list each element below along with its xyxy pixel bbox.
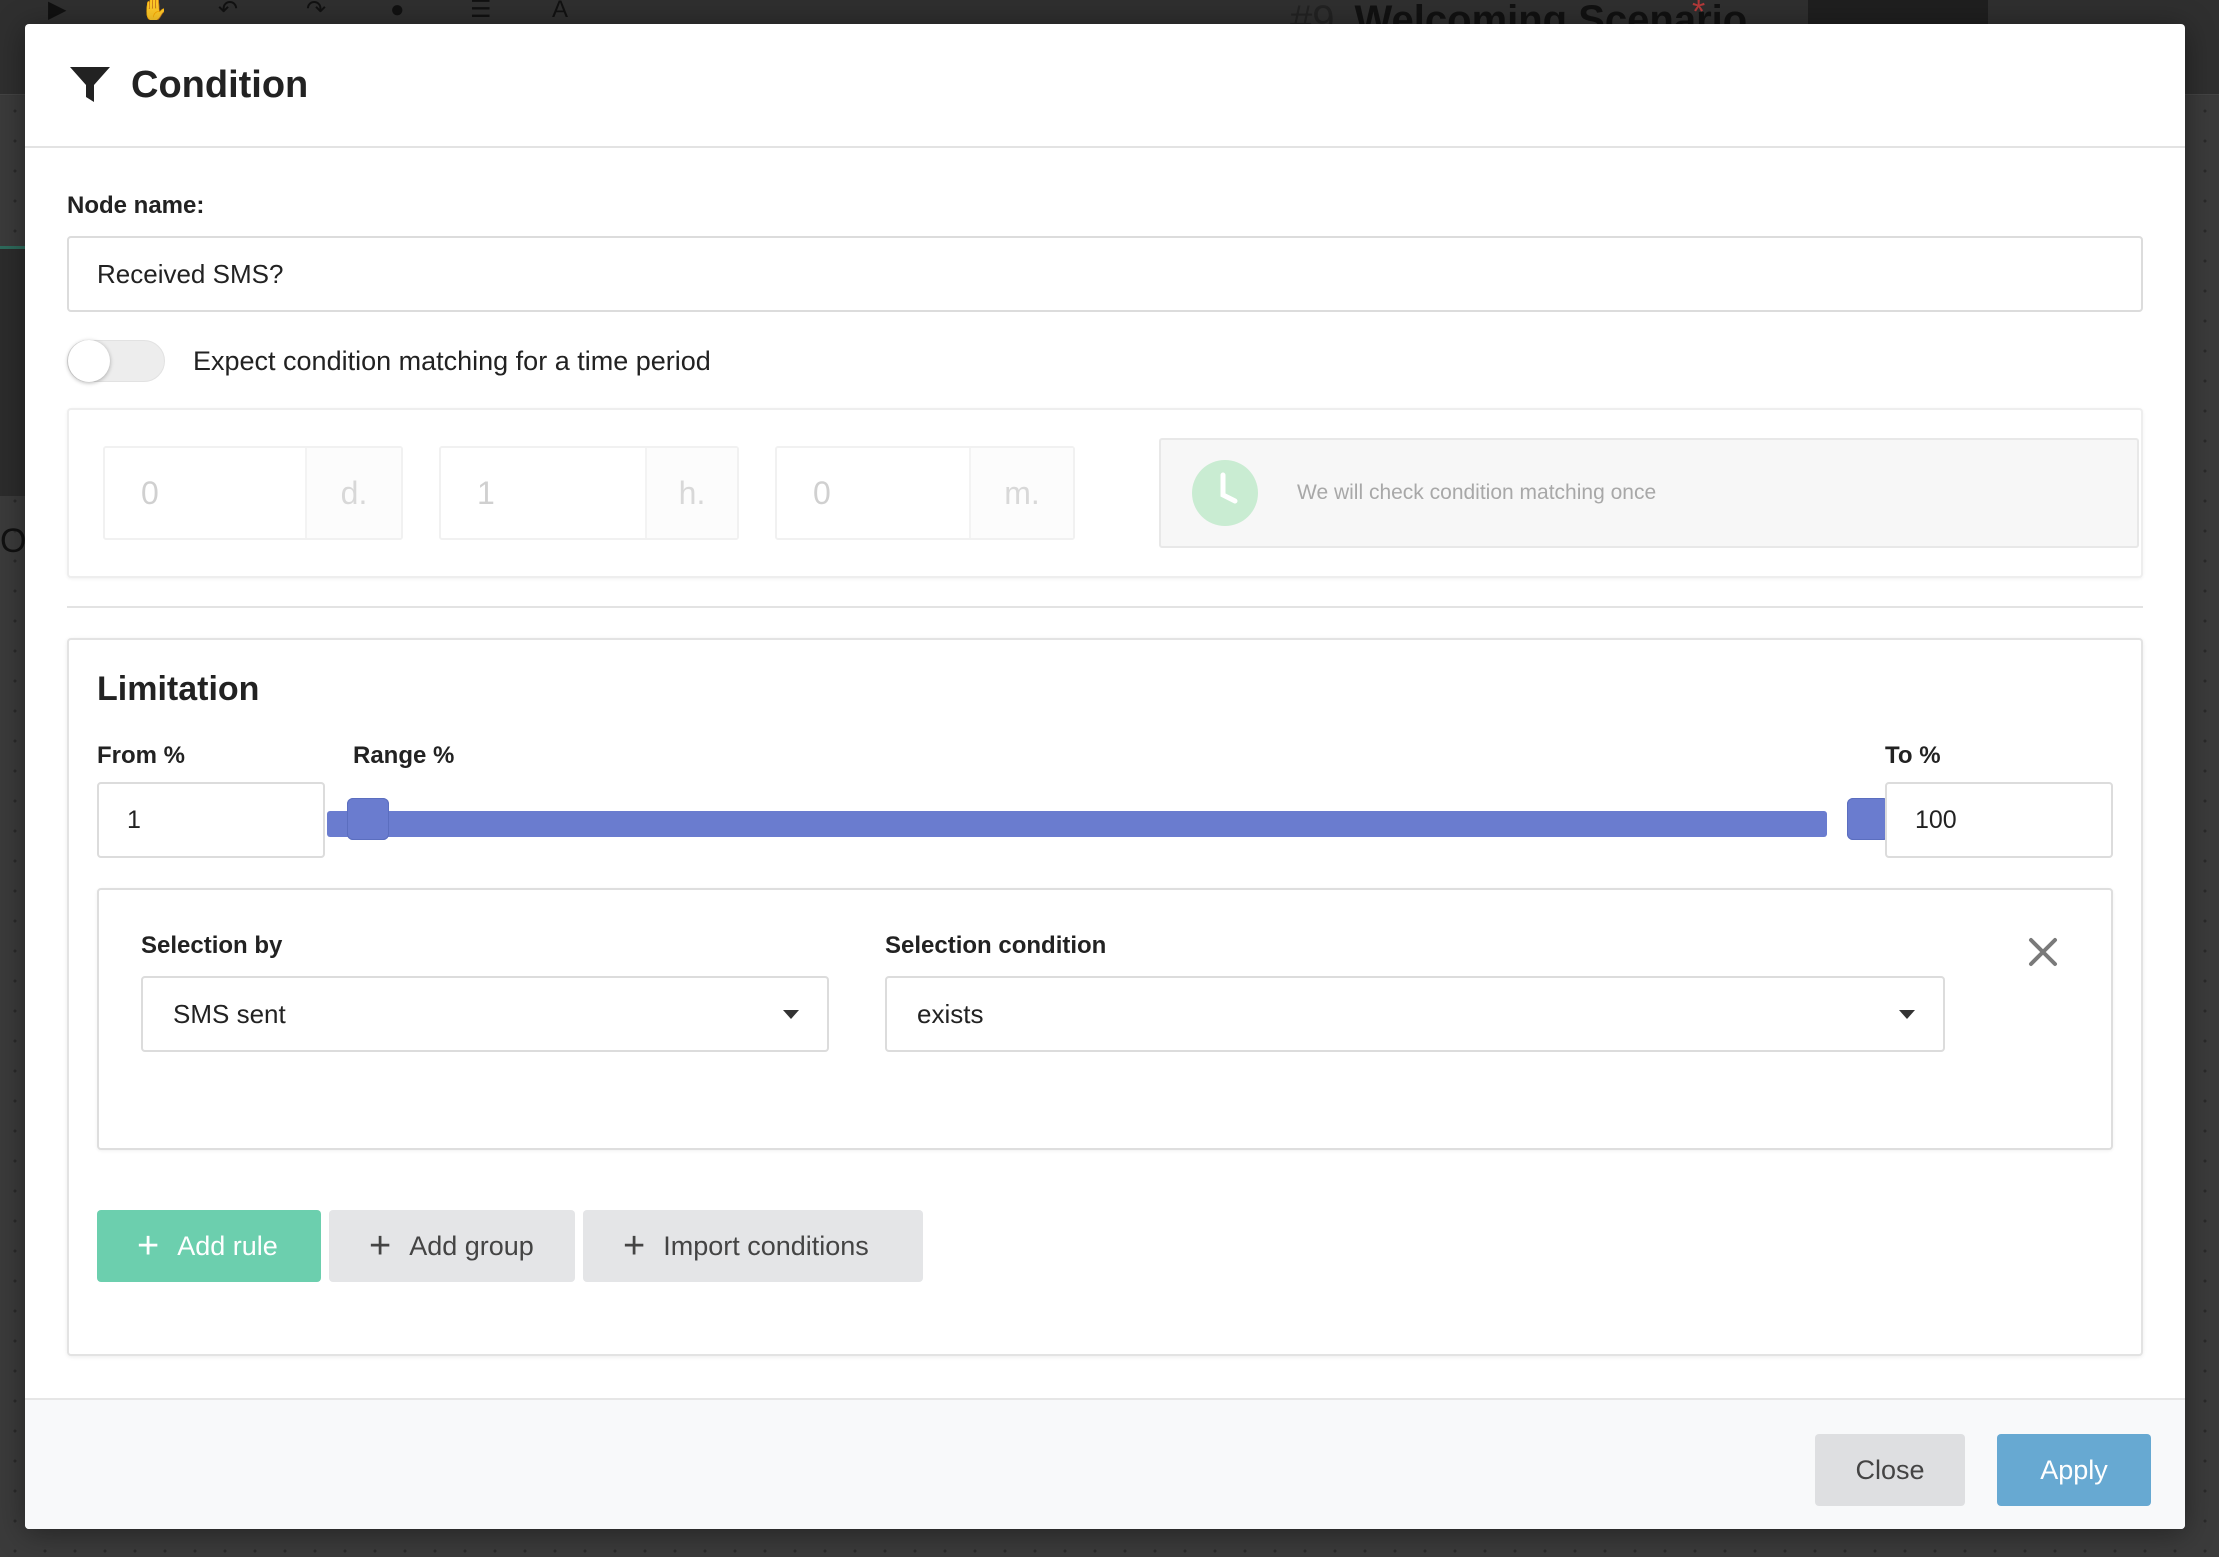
selection-condition-label: Selection condition: [885, 932, 1107, 959]
apply-button[interactable]: Apply: [1997, 1434, 2151, 1506]
range-percent-label: Range %: [353, 742, 455, 769]
cursor-icon: ▶: [48, 0, 67, 20]
close-icon[interactable]: [2027, 936, 2059, 968]
plus-icon: +: [137, 1225, 160, 1267]
background-save-button: [1808, 0, 1988, 24]
paint-icon: ●: [390, 0, 405, 20]
range-slider-max-handle[interactable]: [1847, 798, 1889, 840]
limitation-title: Limitation: [97, 670, 260, 708]
selection-by-label: Selection by: [141, 932, 283, 959]
time-period-panel: 0 d. 1 h. 0 m. We will check condition m…: [67, 408, 2143, 578]
unsaved-marker: *: [1692, 0, 1706, 31]
from-percent-input[interactable]: 1: [97, 782, 325, 858]
range-slider-min-handle[interactable]: [347, 798, 389, 840]
condition-modal: Condition Node name: Expect condition ma…: [25, 24, 2185, 1529]
selection-condition-value: exists: [917, 999, 984, 1029]
add-rule-button[interactable]: + Add rule: [97, 1210, 321, 1282]
selection-condition-select[interactable]: exists: [885, 976, 1945, 1052]
days-unit: d.: [305, 448, 401, 538]
redo-icon: ↷: [306, 0, 327, 20]
to-percent-label: To %: [1885, 742, 1941, 769]
hours-unit: h.: [645, 448, 737, 538]
range-slider-track[interactable]: [327, 811, 1827, 837]
modal-footer: Close Apply: [25, 1398, 2185, 1529]
limitation-panel: Limitation From % 1 Range % To % 100 Sel…: [67, 638, 2143, 1356]
from-percent-label: From %: [97, 742, 186, 769]
check-info-text: We will check condition matching once: [1297, 481, 1657, 504]
selection-by-select[interactable]: SMS sent: [141, 976, 829, 1052]
minutes-field: 0 m.: [775, 446, 1075, 540]
text-icon: A: [552, 0, 569, 20]
toggle-knob: [68, 340, 110, 382]
menu-icon: ☰: [470, 0, 492, 20]
node-name-input[interactable]: [67, 236, 2143, 312]
chevron-down-icon: [783, 1010, 799, 1019]
hours-input: 1: [477, 475, 495, 511]
scenario-title: #9 Welcoming Scenario: [1290, 0, 1748, 24]
minutes-unit: m.: [969, 448, 1073, 538]
check-info-box: We will check condition matching once: [1159, 438, 2139, 548]
to-percent-input[interactable]: 100: [1885, 782, 2113, 858]
plus-icon: +: [369, 1225, 392, 1267]
modal-header: Condition: [25, 24, 2185, 148]
background-node-label: O: [0, 522, 27, 560]
plus-icon: +: [623, 1225, 646, 1267]
time-period-toggle-label: Expect condition matching for a time per…: [193, 346, 711, 376]
rule-box: Selection by SMS sent Selection conditio…: [97, 888, 2113, 1150]
days-input: 0: [141, 475, 159, 511]
selection-by-value: SMS sent: [173, 999, 286, 1029]
days-field: 0 d.: [103, 446, 403, 540]
add-group-button[interactable]: + Add group: [329, 1210, 575, 1282]
close-button[interactable]: Close: [1815, 1434, 1965, 1506]
filter-icon: [70, 67, 110, 102]
node-name-label: Node name:: [67, 192, 205, 219]
minutes-input: 0: [813, 475, 831, 511]
background-node: [0, 246, 26, 496]
import-conditions-button[interactable]: + Import conditions: [583, 1210, 923, 1282]
time-period-toggle[interactable]: [67, 340, 165, 382]
section-divider: [67, 606, 2143, 608]
hours-field: 1 h.: [439, 446, 739, 540]
modal-title: Condition: [131, 63, 309, 106]
hand-icon: ✋: [140, 0, 164, 20]
undo-icon: ↶: [218, 0, 239, 20]
chevron-down-icon: [1899, 1010, 1915, 1019]
clock-icon: [1192, 460, 1258, 526]
